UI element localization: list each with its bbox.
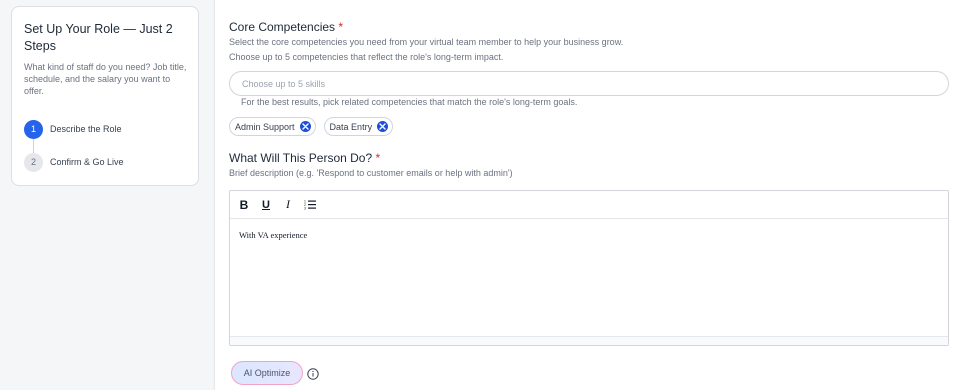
info-icon[interactable] xyxy=(307,367,319,380)
main-form: Core Competencies * Select the core comp… xyxy=(214,0,975,390)
skill-chip: Admin Support xyxy=(229,117,316,136)
remove-chip-icon[interactable] xyxy=(377,121,389,132)
ai-optimize-button[interactable]: AI Optimize xyxy=(231,361,303,385)
competencies-hint: Select the core competencies you need fr… xyxy=(229,37,624,47)
duties-title-text: What Will This Person Do? xyxy=(229,151,373,165)
step-describe-role[interactable]: 1 Describe the Role xyxy=(24,119,186,139)
skill-chip-label: Admin Support xyxy=(235,121,295,132)
step-number-2: 2 xyxy=(24,152,43,172)
skill-chip-label: Data Entry xyxy=(329,121,373,132)
italic-button[interactable]: I xyxy=(282,197,294,212)
required-mark: * xyxy=(375,151,381,165)
competencies-limit-hint: Choose up to 5 competencies that reflect… xyxy=(229,52,504,62)
editor-footer xyxy=(230,336,948,345)
skills-input[interactable]: Choose up to 5 skills xyxy=(229,71,949,96)
step-connector xyxy=(33,139,34,153)
step-confirm-go-live[interactable]: 2 Confirm & Go Live xyxy=(24,152,186,172)
steps-title: Set Up Your Role — Just 2 Steps xyxy=(24,22,173,53)
step-number-1: 1 xyxy=(24,119,43,139)
ordered-list-icon[interactable]: 1 2 3 xyxy=(304,198,316,212)
competencies-title-text: Core Competencies xyxy=(229,20,336,34)
step-label-2: Confirm & Go Live xyxy=(50,157,124,167)
duties-title: What Will This Person Do? * xyxy=(229,151,380,165)
required-mark: * xyxy=(338,20,344,34)
description-editor: B U I 1 2 3 With VA experience xyxy=(229,190,949,346)
left-pane: Set Up Your Role — Just 2 Steps What kin… xyxy=(0,0,213,390)
editor-content[interactable]: With VA experience xyxy=(230,219,948,336)
editor-toolbar: B U I 1 2 3 xyxy=(230,191,948,219)
skill-chip: Data Entry xyxy=(323,117,394,136)
duties-hint: Brief description (e.g. 'Respond to cust… xyxy=(229,168,513,178)
competencies-title: Core Competencies * xyxy=(229,20,343,34)
skills-helper-text: For the best results, pick related compe… xyxy=(241,97,578,107)
step-label-1: Describe the Role xyxy=(50,124,122,134)
svg-text:3: 3 xyxy=(304,207,306,211)
bold-button[interactable]: B xyxy=(238,198,250,212)
selected-skills: Admin Support Data Entry xyxy=(229,117,394,136)
steps-description: What kind of staff do you need? Job titl… xyxy=(24,62,187,96)
step-list: 1 Describe the Role 2 Confirm & Go Live xyxy=(24,119,186,172)
steps-card: Set Up Your Role — Just 2 Steps What kin… xyxy=(11,6,199,186)
remove-chip-icon[interactable] xyxy=(299,121,311,132)
underline-button[interactable]: U xyxy=(260,198,272,212)
